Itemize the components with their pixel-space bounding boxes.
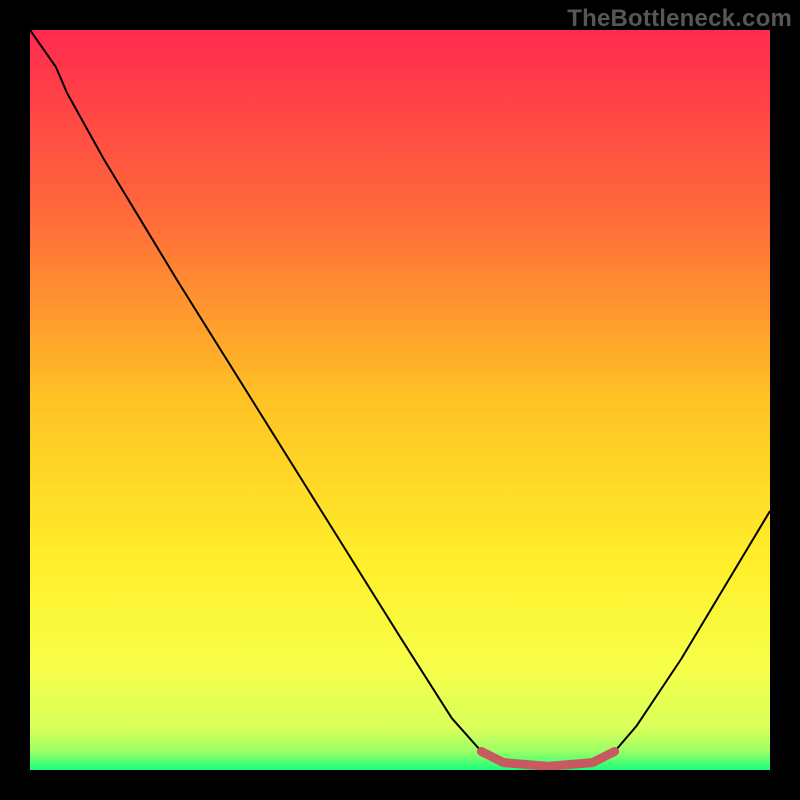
gradient-background [30, 30, 770, 770]
chart-frame: TheBottleneck.com [0, 0, 800, 800]
watermark-text: TheBottleneck.com [567, 5, 792, 33]
chart-plot [30, 30, 770, 770]
